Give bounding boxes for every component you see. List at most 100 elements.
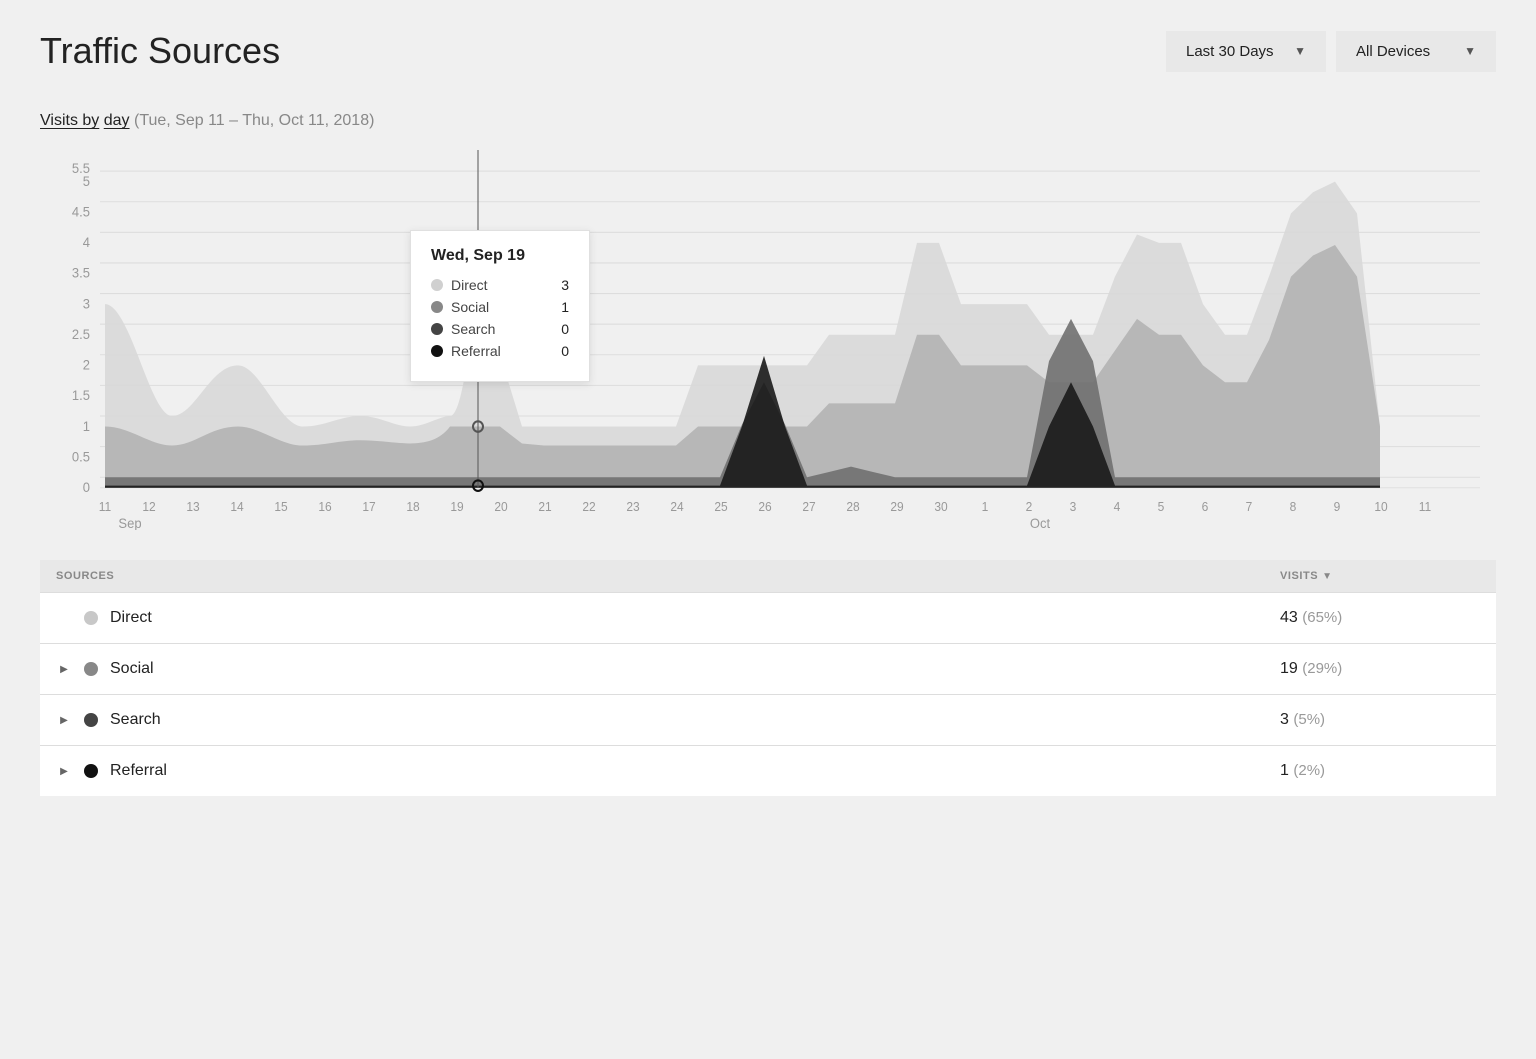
date-filter-label: Last 30 Days — [1186, 43, 1274, 60]
date-filter-chevron-icon: ▼ — [1294, 44, 1306, 58]
chart-container: 0 0.5 1 1.5 2 2.5 3 3.5 4 4.5 5 5.5 — [40, 150, 1496, 530]
svg-text:20: 20 — [494, 500, 507, 514]
svg-text:8: 8 — [1290, 500, 1297, 514]
label-search: Search — [110, 711, 161, 729]
dot-search — [84, 713, 98, 727]
table-row: ▶ Search 3 (5%) — [40, 695, 1496, 746]
svg-text:2: 2 — [1026, 500, 1033, 514]
visits-social: 19 (29%) — [1280, 660, 1480, 678]
svg-text:25: 25 — [714, 500, 727, 514]
tooltip-dot-direct — [431, 279, 443, 291]
svg-text:3: 3 — [1070, 500, 1077, 514]
svg-text:6: 6 — [1202, 500, 1209, 514]
svg-text:1.5: 1.5 — [72, 388, 90, 403]
chart-section: Visits by day (Tue, Sep 11 – Thu, Oct 11… — [40, 112, 1496, 530]
dot-social — [84, 662, 98, 676]
svg-text:5: 5 — [1158, 500, 1165, 514]
tooltip-value-social: 1 — [561, 299, 569, 315]
tooltip-label-search: Search — [451, 321, 545, 337]
sort-icon: ▼ — [1322, 571, 1332, 582]
tooltip-label-referral: Referral — [451, 343, 545, 359]
row-source-search: ▶ Search — [56, 711, 1280, 729]
svg-text:3.5: 3.5 — [72, 265, 90, 280]
dot-direct — [84, 611, 98, 625]
table-row: ▶ Social 19 (29%) — [40, 644, 1496, 695]
table-row: ▶ Direct 43 (65%) — [40, 593, 1496, 644]
tooltip-dot-social — [431, 301, 443, 313]
svg-text:11: 11 — [1419, 500, 1432, 514]
svg-text:3: 3 — [83, 296, 90, 311]
svg-text:18: 18 — [406, 500, 419, 514]
visits-search: 3 (5%) — [1280, 711, 1480, 729]
row-source-direct: ▶ Direct — [56, 609, 1280, 627]
svg-text:4: 4 — [1114, 500, 1121, 514]
svg-text:4.5: 4.5 — [72, 204, 90, 219]
device-filter-dropdown[interactable]: All Devices ▼ — [1336, 31, 1496, 72]
svg-text:29: 29 — [890, 500, 903, 514]
svg-text:5.5: 5.5 — [72, 161, 90, 176]
label-social: Social — [110, 660, 154, 678]
svg-text:24: 24 — [670, 500, 683, 514]
chart-day-link[interactable]: day — [104, 112, 130, 129]
svg-text:Sep: Sep — [118, 516, 141, 530]
tooltip-row-direct: Direct 3 — [431, 277, 569, 293]
svg-text:10: 10 — [1374, 500, 1387, 514]
visits-referral: 1 (2%) — [1280, 762, 1480, 780]
device-filter-chevron-icon: ▼ — [1464, 44, 1476, 58]
svg-text:7: 7 — [1246, 500, 1253, 514]
traffic-table: SOURCES VISITS ▼ ▶ Direct 43 (65%) ▶ Soc… — [40, 560, 1496, 796]
date-filter-dropdown[interactable]: Last 30 Days ▼ — [1166, 31, 1326, 72]
svg-text:1: 1 — [982, 500, 989, 514]
svg-text:0.5: 0.5 — [72, 449, 90, 464]
chart-subtitle: Visits by day (Tue, Sep 11 – Thu, Oct 11… — [40, 112, 1496, 130]
table-header: SOURCES VISITS ▼ — [40, 560, 1496, 593]
svg-text:19: 19 — [450, 500, 463, 514]
chart-date-range: (Tue, Sep 11 – Thu, Oct 11, 2018) — [134, 112, 374, 129]
expand-referral[interactable]: ▶ — [56, 763, 72, 779]
tooltip-date: Wed, Sep 19 — [431, 247, 569, 265]
svg-text:4: 4 — [83, 235, 91, 250]
table-row: ▶ Referral 1 (2%) — [40, 746, 1496, 796]
tooltip-dot-search — [431, 323, 443, 335]
svg-text:Oct: Oct — [1030, 516, 1050, 530]
col-source-header: SOURCES — [56, 570, 1280, 582]
dot-referral — [84, 764, 98, 778]
chart-tooltip: Wed, Sep 19 Direct 3 Social 1 Search 0 R… — [410, 230, 590, 382]
tooltip-value-search: 0 — [561, 321, 569, 337]
svg-text:12: 12 — [142, 500, 155, 514]
svg-text:15: 15 — [274, 500, 287, 514]
col-visits-header[interactable]: VISITS ▼ — [1280, 570, 1480, 582]
device-filter-label: All Devices — [1356, 43, 1430, 60]
expand-social[interactable]: ▶ — [56, 661, 72, 677]
tooltip-value-referral: 0 — [561, 343, 569, 359]
label-referral: Referral — [110, 762, 167, 780]
svg-text:17: 17 — [362, 500, 375, 514]
page-header: Traffic Sources Last 30 Days ▼ All Devic… — [40, 30, 1496, 72]
svg-text:9: 9 — [1334, 500, 1341, 514]
expand-search[interactable]: ▶ — [56, 712, 72, 728]
svg-text:0: 0 — [83, 480, 90, 495]
tooltip-label-social: Social — [451, 299, 545, 315]
label-direct: Direct — [110, 609, 152, 627]
tooltip-row-referral: Referral 0 — [431, 343, 569, 359]
row-source-referral: ▶ Referral — [56, 762, 1280, 780]
page-title: Traffic Sources — [40, 30, 280, 72]
chart-svg: 0 0.5 1 1.5 2 2.5 3 3.5 4 4.5 5 5.5 — [40, 150, 1496, 530]
svg-text:22: 22 — [582, 500, 595, 514]
svg-text:21: 21 — [538, 500, 551, 514]
svg-text:2.5: 2.5 — [72, 327, 90, 342]
tooltip-value-direct: 3 — [561, 277, 569, 293]
tooltip-label-direct: Direct — [451, 277, 545, 293]
svg-text:2: 2 — [83, 357, 90, 372]
tooltip-dot-referral — [431, 345, 443, 357]
svg-text:23: 23 — [626, 500, 639, 514]
visits-direct: 43 (65%) — [1280, 609, 1480, 627]
svg-text:14: 14 — [230, 500, 243, 514]
row-source-social: ▶ Social — [56, 660, 1280, 678]
svg-text:30: 30 — [934, 500, 947, 514]
svg-text:13: 13 — [186, 500, 199, 514]
svg-text:1: 1 — [83, 418, 90, 433]
svg-text:26: 26 — [758, 500, 771, 514]
header-controls: Last 30 Days ▼ All Devices ▼ — [1166, 31, 1496, 72]
svg-text:27: 27 — [802, 500, 815, 514]
